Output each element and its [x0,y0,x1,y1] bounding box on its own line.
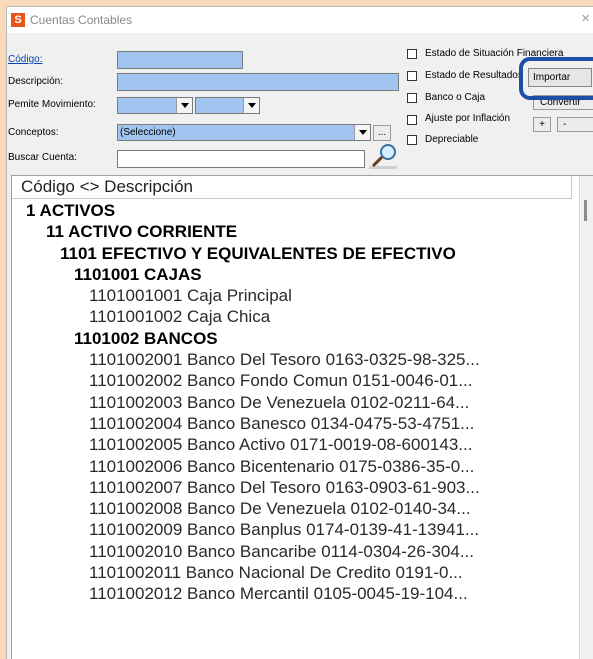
search-icon[interactable] [367,144,399,171]
depreciable-label: Depreciable [425,134,479,145]
buscar-input[interactable] [117,150,365,168]
tree-row[interactable]: 1101002012 Banco Mercantil 0105-0045-19-… [12,583,592,604]
tree-row[interactable]: 1101002002 Banco Fondo Comun 0151-0046-0… [12,370,592,391]
chevron-down-icon[interactable] [176,98,192,113]
conceptos-value: (Seleccione) [120,127,176,138]
movimiento-select-1[interactable] [117,97,193,114]
tree-row[interactable]: 1101001 CAJAS [12,264,592,285]
title-bar: S Cuentas Contables × [7,7,593,33]
accounts-tree[interactable]: Código <> Descripción 1 ACTIVOS 11 ACTIVO… [11,175,593,659]
codigo-label[interactable]: Código: [8,54,42,65]
resultados-checkbox[interactable] [407,71,417,81]
depreciable-checkbox[interactable] [407,135,417,145]
highlight-box [519,57,593,100]
tree-row[interactable]: 1101002001 Banco Del Tesoro 0163-0325-98… [12,349,592,370]
tree-row[interactable]: 11 ACTIVO CORRIENTE [12,221,592,242]
conceptos-select[interactable]: (Seleccione) [117,124,371,141]
window-title: Cuentas Contables [30,13,133,27]
tree-row[interactable]: 1101002 BANCOS [12,328,592,349]
tree-header[interactable]: Código <> Descripción [12,176,572,199]
movimiento-select-2[interactable] [195,97,260,114]
tree-row[interactable]: 1101002007 Banco Del Tesoro 0163-0903-61… [12,477,592,498]
descripcion-label: Descripción: [8,76,64,87]
codigo-field[interactable] [117,51,243,69]
tree-row[interactable]: 1101002005 Banco Activo 0171-0019-08-600… [12,434,592,455]
tree-row[interactable]: 1 ACTIVOS [12,200,592,221]
tree-row[interactable]: 1101002011 Banco Nacional De Credito 019… [12,562,592,583]
movimiento-label: Pemite Movimiento: [8,99,96,110]
tree-rows: 1 ACTIVOS 11 ACTIVO CORRIENTE 1101 EFECTIV… [12,200,592,605]
ajuste-label: Ajuste por Inflación [425,113,511,124]
descripcion-field[interactable] [117,73,399,91]
banco-checkbox[interactable] [407,93,417,103]
minus-button[interactable]: - [557,117,593,132]
tree-row[interactable]: 1101002009 Banco Banplus 0174-0139-41-13… [12,519,592,540]
close-icon[interactable]: × [581,10,590,27]
tree-row[interactable]: 1101002010 Banco Bancaribe 0114-0304-26-… [12,541,592,562]
conceptos-label: Conceptos: [8,127,59,138]
cuentas-contables-window: S Cuentas Contables × Código: Descripció… [6,6,593,659]
banco-label: Banco o Caja [425,92,486,103]
plus-button[interactable]: + [533,117,551,132]
tree-row[interactable]: 1101002008 Banco De Venezuela 0102-0140-… [12,498,592,519]
chevron-down-icon[interactable] [354,125,370,140]
tree-row[interactable]: 1101002006 Banco Bicentenario 0175-0386-… [12,456,592,477]
tree-row[interactable]: 1101002003 Banco De Venezuela 0102-0211-… [12,392,592,413]
vertical-scrollbar[interactable] [579,176,593,659]
tree-row[interactable]: 1101002004 Banco Banesco 0134-0475-53-47… [12,413,592,434]
conceptos-more-button[interactable]: ... [373,125,391,141]
scrollbar-thumb[interactable] [584,200,587,221]
ajuste-checkbox[interactable] [407,115,417,125]
tree-row[interactable]: 1101001002 Caja Chica [12,306,592,327]
app-icon: S [11,13,25,27]
tree-row[interactable]: 1101001001 Caja Principal [12,285,592,306]
resultados-label: Estado de Resultados [425,70,523,81]
chevron-down-icon[interactable] [243,98,259,113]
tree-row[interactable]: 1101 EFECTIVO Y EQUIVALENTES DE EFECTIVO [12,243,592,264]
buscar-label: Buscar Cuenta: [8,152,77,163]
situacion-checkbox[interactable] [407,49,417,59]
